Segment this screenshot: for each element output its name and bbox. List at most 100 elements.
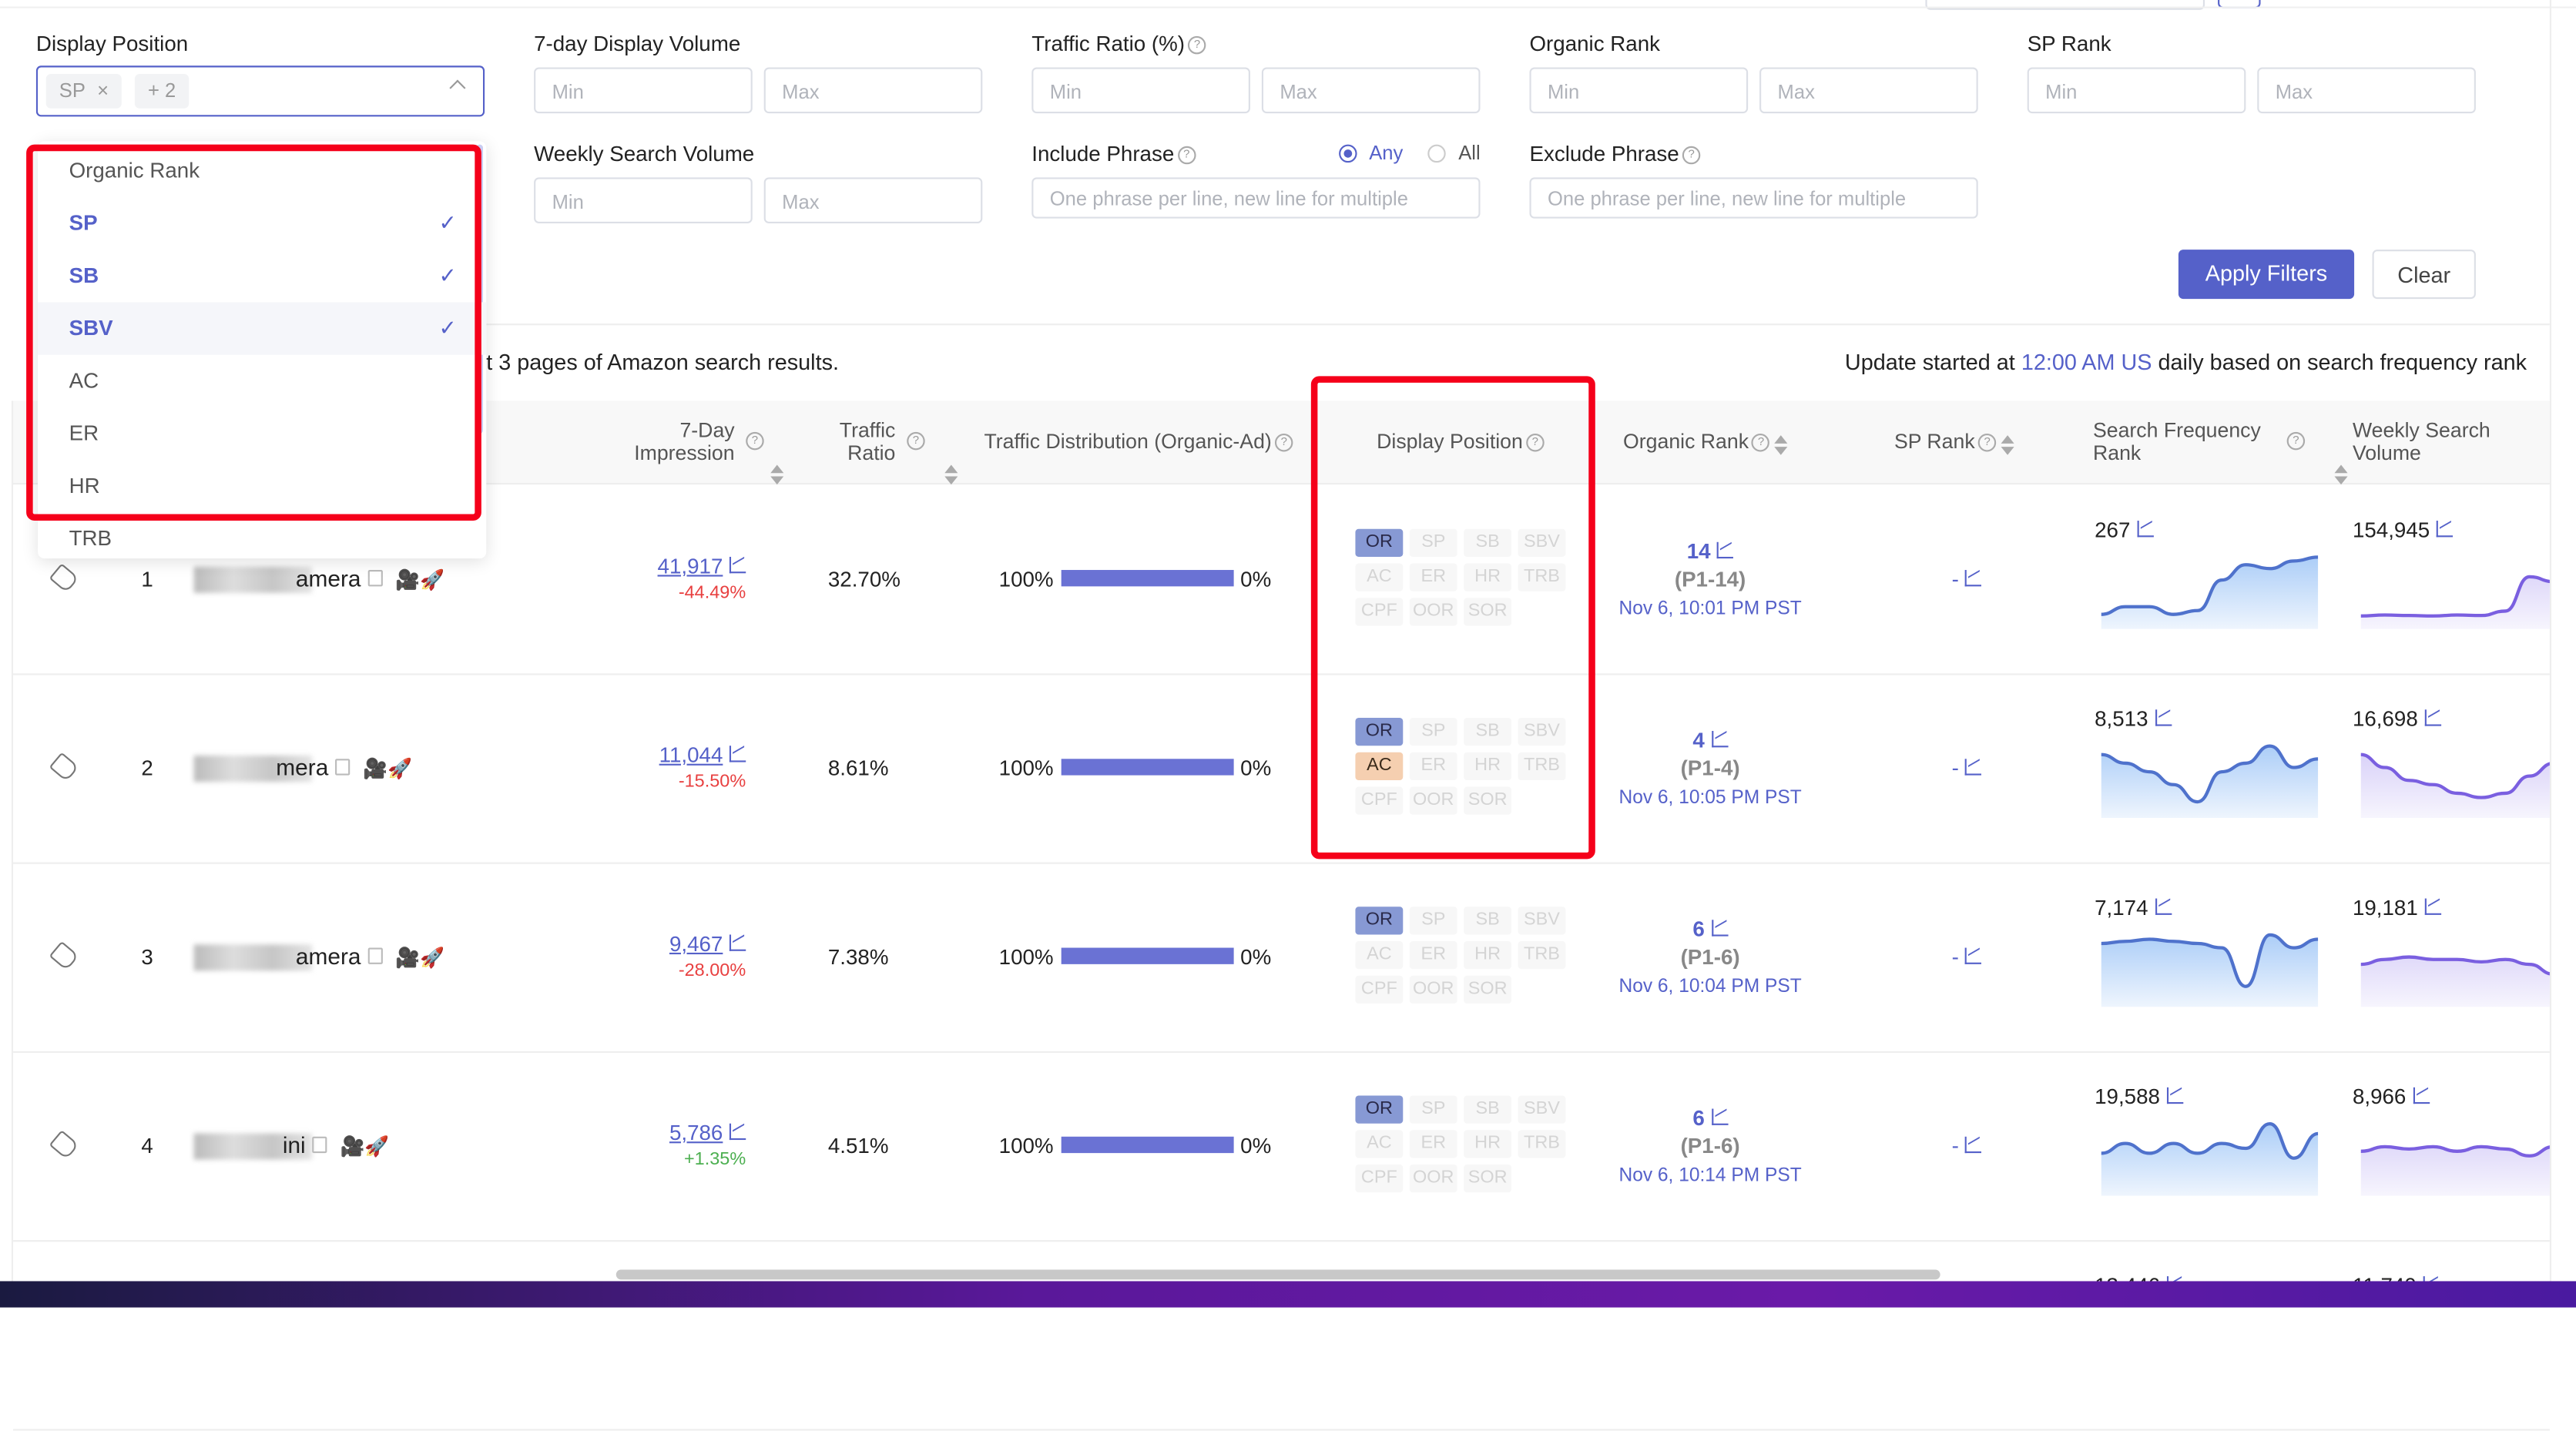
organic-share: 100% [998, 1133, 1054, 1158]
radio-any[interactable] [1339, 145, 1357, 163]
col-impression[interactable]: 7-Day Impression [634, 419, 734, 465]
help-icon[interactable]: ? [1977, 434, 1997, 452]
trend-icon[interactable] [2436, 521, 2454, 538]
clear-button[interactable]: Clear [2372, 250, 2476, 300]
impression-link[interactable]: 41,917 [658, 554, 723, 578]
blurred-keyword [193, 566, 313, 593]
ad-share: 0% [1240, 566, 1272, 592]
position-badge-sb: SB [1464, 907, 1512, 935]
wsv-max[interactable]: Max [763, 177, 983, 224]
copy-icon[interactable] [367, 947, 383, 964]
col-sfr[interactable]: Search Frequency Rank [2093, 419, 2261, 465]
info-prefix: Update started at [1844, 350, 2021, 375]
copy-icon[interactable] [334, 759, 351, 776]
position-badge-cpf: CPF [1355, 975, 1404, 1004]
sparkline-area [2360, 576, 2550, 629]
col-traffic-ratio[interactable]: Traffic Ratio [840, 419, 896, 465]
organic-rank-value[interactable]: 6 [1692, 1105, 1704, 1130]
trend-icon[interactable] [2155, 898, 2172, 915]
weekly-search-volume-label: Weekly Search Volume [534, 141, 755, 166]
trend-icon[interactable] [2412, 1087, 2430, 1104]
organic-rank-value[interactable]: 6 [1692, 917, 1704, 941]
trend-icon[interactable] [1965, 1136, 1982, 1154]
trend-icon[interactable] [729, 556, 746, 574]
col-label: Volume [2352, 441, 2421, 465]
close-icon[interactable]: × [97, 79, 109, 102]
impression-link[interactable]: 5,786 [669, 1120, 723, 1144]
radio-any-label[interactable]: Any [1369, 141, 1403, 164]
trend-icon[interactable] [2424, 709, 2441, 726]
info-suffix: daily based on search frequency rank [2152, 350, 2527, 375]
tag-icon[interactable] [49, 563, 79, 594]
trend-icon[interactable] [729, 746, 746, 762]
trend-icon[interactable] [1965, 759, 1982, 776]
copy-icon[interactable] [312, 1136, 327, 1154]
col-wsv[interactable]: Weekly Search Volume [2353, 419, 2490, 465]
sparkline [2101, 1122, 2319, 1196]
position-badge-sbv: SBV [1518, 1095, 1566, 1124]
keyword[interactable]: amera 🎥🚀 [296, 943, 444, 969]
top-input-partial[interactable] [1925, 0, 2205, 10]
organic-rank-value[interactable]: 4 [1692, 728, 1704, 752]
help-icon[interactable]: ? [1275, 434, 1293, 452]
col-sp-rank[interactable]: SP Rank? [1894, 431, 2007, 454]
traffic-ratio: 8.61% [827, 756, 889, 781]
radio-all[interactable] [1428, 145, 1447, 163]
copy-icon[interactable] [367, 570, 383, 587]
sp-rank-max[interactable]: Max [2257, 67, 2476, 114]
position-badge-sor: SOR [1464, 975, 1512, 1004]
organic-rank-value[interactable]: 14 [1687, 539, 1711, 564]
traffic-ratio-max[interactable]: Max [1261, 67, 1481, 114]
impression-link[interactable]: 11,044 [659, 742, 723, 767]
display-volume-max[interactable]: Max [763, 67, 983, 114]
exclude-phrase-input[interactable]: One phrase per line, new line for multip… [1529, 177, 1978, 219]
keyword[interactable]: amera 🎥🚀 [296, 565, 444, 592]
help-icon[interactable]: ? [1752, 434, 1770, 452]
wsv-sparkline [2360, 1120, 2550, 1200]
help-icon[interactable]: ? [746, 431, 764, 451]
trend-icon[interactable] [1717, 541, 1734, 559]
tag-icon[interactable] [49, 1130, 79, 1160]
sp-rank-min[interactable]: Min [2027, 67, 2246, 114]
display-position-select[interactable]: SP × + 2 [35, 65, 485, 117]
trend-icon[interactable] [729, 1123, 746, 1141]
help-icon[interactable]: ? [907, 431, 925, 451]
horizontal-scrollbar[interactable] [615, 1269, 1940, 1280]
position-badge-sb: SB [1464, 1095, 1512, 1124]
chevron-up-icon[interactable] [449, 79, 466, 96]
sparkline [2360, 955, 2550, 1007]
col-organic-rank[interactable]: Organic Rank? [1623, 431, 1782, 454]
traffic-ratio: 7.38% [827, 944, 889, 970]
organic-rank-max[interactable]: Max [1759, 67, 1978, 114]
trend-icon[interactable] [2136, 521, 2154, 538]
display-volume-min[interactable]: Min [534, 67, 753, 114]
help-icon[interactable]: ? [1682, 146, 1701, 165]
organic-rank: 4 (P1-4) Nov 6, 10:05 PM PST [1574, 726, 1846, 813]
trend-icon[interactable] [2155, 709, 2172, 726]
tag-icon[interactable] [49, 752, 79, 783]
help-icon[interactable]: ? [2286, 431, 2306, 451]
trend-icon[interactable] [2166, 1087, 2183, 1104]
organic-rank-min[interactable]: Min [1529, 67, 1749, 114]
radio-all-label[interactable]: All [1458, 141, 1480, 164]
trend-icon[interactable] [1711, 731, 1728, 748]
trend-icon[interactable] [2424, 898, 2441, 915]
traffic-ratio-min[interactable]: Min [1031, 67, 1250, 114]
keyword[interactable]: ini 🎥🚀 [283, 1131, 389, 1158]
impression-link[interactable]: 9,467 [669, 931, 723, 956]
trend-icon[interactable] [1711, 1108, 1728, 1125]
wsv-sparkline [2360, 554, 2550, 634]
table-border [2549, 0, 2552, 1288]
trend-icon[interactable] [1965, 570, 1982, 587]
wsv-min[interactable]: Min [534, 177, 753, 224]
trend-icon[interactable] [729, 934, 746, 951]
trend-icon[interactable] [1965, 947, 1982, 964]
trend-icon[interactable] [1711, 920, 1728, 937]
apply-filters-button[interactable]: Apply Filters [2178, 250, 2355, 300]
help-icon[interactable]: ? [1188, 36, 1206, 55]
include-phrase-input[interactable]: One phrase per line, new line for multip… [1031, 177, 1481, 219]
distribution-bar [1061, 759, 1234, 776]
tag-icon[interactable] [49, 940, 79, 971]
keyword[interactable]: mera 🎥🚀 [276, 754, 412, 780]
help-icon[interactable]: ? [1177, 146, 1196, 165]
